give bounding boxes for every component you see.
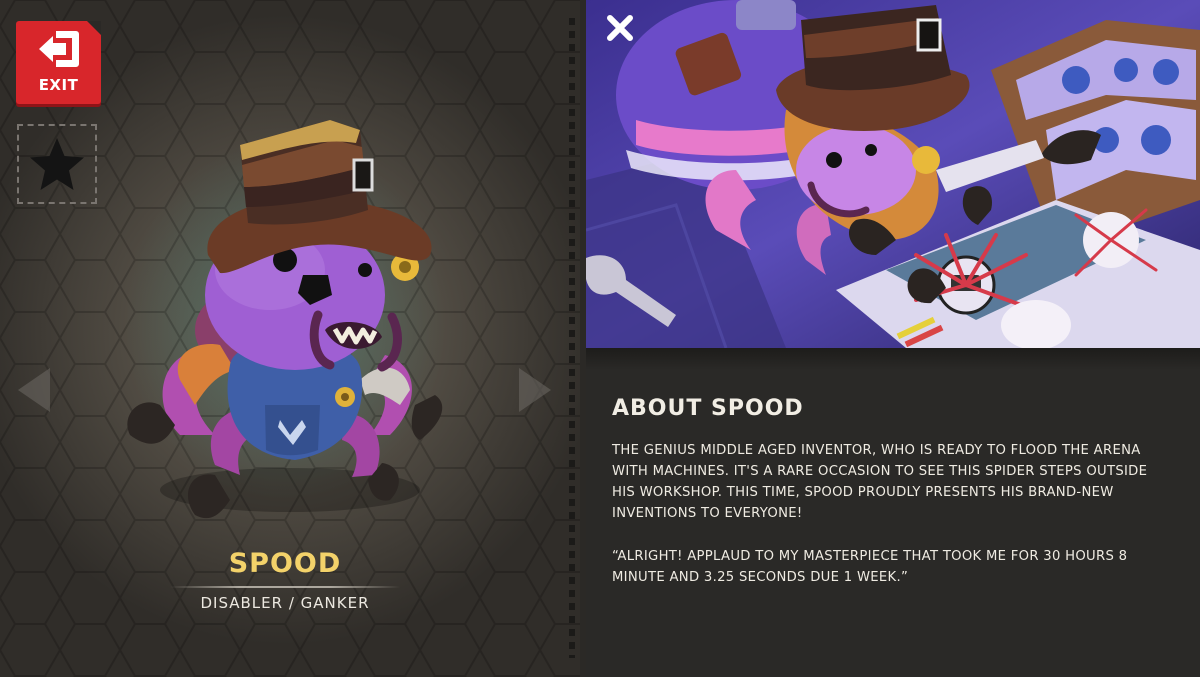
chevron-left-icon[interactable] bbox=[14, 366, 54, 414]
hero-name: SPOOD bbox=[228, 548, 342, 579]
panel-divider bbox=[569, 18, 575, 658]
exit-door-arrow-icon bbox=[39, 31, 79, 67]
hero-description: THE GENIUS MIDDLE AGED INVENTOR, WHO IS … bbox=[612, 443, 1148, 521]
hero-preview-panel: EXIT SPOOD DISABLER / GANKER bbox=[0, 0, 580, 677]
section-separator bbox=[586, 348, 1200, 370]
exit-button[interactable]: EXIT bbox=[16, 21, 101, 104]
hero-splash-artwork bbox=[586, 0, 1200, 348]
favorite-button[interactable] bbox=[17, 124, 97, 204]
hero-role: DISABLER / GANKER bbox=[200, 594, 370, 612]
star-icon bbox=[30, 138, 84, 190]
exit-label: EXIT bbox=[38, 76, 79, 94]
name-divider bbox=[170, 586, 400, 588]
hero-info-panel: ABOUT SPOOD THE GENIUS MIDDLE AGED INVEN… bbox=[586, 0, 1200, 677]
hero-quote: “ALRIGHT! APPLAUD TO MY MASTERPIECE THAT… bbox=[612, 549, 1128, 585]
about-heading: ABOUT SPOOD bbox=[612, 396, 804, 421]
hero-3d-model bbox=[127, 120, 443, 519]
chevron-right-icon[interactable] bbox=[515, 366, 555, 414]
close-icon[interactable] bbox=[604, 12, 636, 44]
